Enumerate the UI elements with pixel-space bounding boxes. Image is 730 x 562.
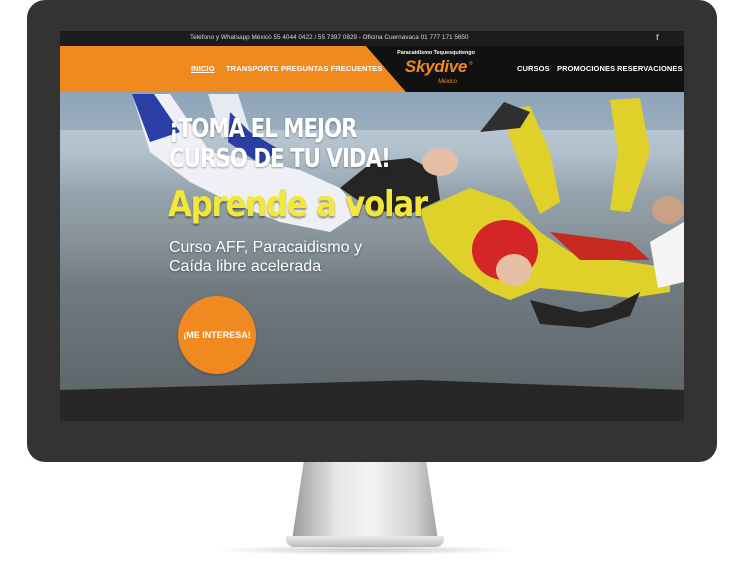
nav-item-inicio[interactable]: INICIO <box>191 64 215 73</box>
website-screen: Teléfono y Whatsapp México 55 4044 0422 … <box>60 31 684 421</box>
nav-item-reservaciones[interactable]: RESERVACIONES <box>617 64 683 73</box>
monitor-stand <box>292 462 438 540</box>
logo-sub: México <box>438 79 458 85</box>
logo-registered-mark: ® <box>469 61 473 67</box>
monitor-shadow <box>210 545 520 555</box>
nav-item-promociones[interactable]: PROMOCIONES <box>557 64 615 73</box>
hero-subtitle-line1: Curso AFF, Paracaidismo y <box>169 239 362 256</box>
nav-item-preguntas-frecuentes[interactable]: PREGUNTAS FRECUENTES <box>281 64 382 73</box>
nav-item-transporte[interactable]: TRANSPORTE <box>226 64 279 73</box>
contact-bar: Teléfono y Whatsapp México 55 4044 0422 … <box>60 31 684 46</box>
hero-tagline: Aprende a volar <box>168 184 428 225</box>
hero-headline-line2: CURSO DE TU VIDA! <box>169 144 391 174</box>
contact-info: Teléfono y Whatsapp México 55 4044 0422 … <box>190 34 469 41</box>
hero-headline-line1: ¡TOMA EL MEJOR <box>169 114 358 144</box>
nav-item-cursos[interactable]: CURSOS <box>517 64 550 73</box>
skydive-logo[interactable]: Paracaidismo Tequesquitengo Skydive Méxi… <box>396 50 476 90</box>
logo-tagline: Paracaidismo Tequesquitengo <box>397 50 475 56</box>
hero-copy: ¡TOMA EL MEJOR CURSO DE TU VIDA! Aprende… <box>60 92 684 421</box>
hero-section: ¡TOMA EL MEJOR CURSO DE TU VIDA! Aprende… <box>60 92 684 421</box>
me-interesa-button[interactable]: ¡ME INTERESA! <box>178 296 256 374</box>
main-navigation: INICIO TRANSPORTE PREGUNTAS FRECUENTES P… <box>60 46 684 92</box>
logo-name: Skydive <box>404 57 468 76</box>
facebook-icon[interactable]: f <box>656 33 659 42</box>
hero-subtitle-line2: Caída libre acelerada <box>169 258 322 275</box>
